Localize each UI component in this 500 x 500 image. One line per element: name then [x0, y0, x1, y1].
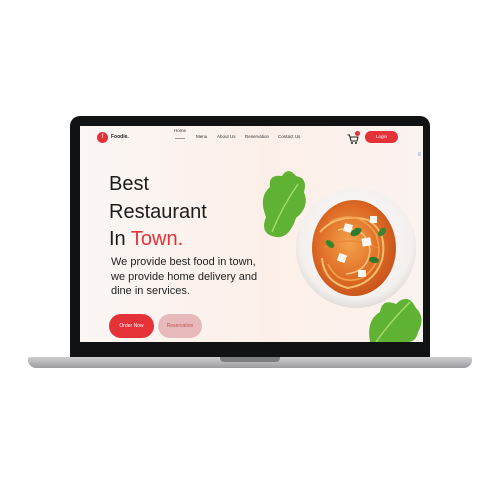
- order-now-button[interactable]: Order Now: [109, 314, 154, 338]
- hero-title-prefix: In: [109, 228, 131, 250]
- nav-home[interactable]: Home: [174, 128, 186, 133]
- pasta: [312, 200, 396, 296]
- brand-name[interactable]: Foodie.: [111, 134, 129, 140]
- nav-about-us[interactable]: About Us: [217, 134, 236, 139]
- hero-title-line1: Best: [109, 173, 150, 195]
- nav-contact-us[interactable]: Contact Us: [278, 134, 300, 139]
- login-button[interactable]: Login: [365, 131, 398, 143]
- pasta-dish-image: [262, 171, 422, 342]
- hero-title: Best Restaurant In Town.: [109, 171, 207, 254]
- cart-badge: [355, 131, 360, 136]
- website-screen: f Foodie. Home Menu About Us Reservation…: [80, 126, 423, 342]
- reservation-button[interactable]: Reservation: [158, 314, 202, 338]
- lettuce-bottom-right: [369, 298, 422, 342]
- nav-reservation[interactable]: Reservation: [245, 134, 269, 139]
- hero-description: We provide best food in town, we provide…: [111, 256, 258, 297]
- cart-icon[interactable]: [347, 131, 360, 144]
- lettuce-top-left: [262, 171, 306, 238]
- brand-logo-icon[interactable]: f: [97, 132, 108, 143]
- laptop-notch: [220, 357, 280, 362]
- hero-title-line3: In Town.: [109, 226, 207, 254]
- laptop-mockup: f Foodie. Home Menu About Us Reservation…: [0, 0, 500, 500]
- nav-home-underline: [175, 138, 185, 139]
- nav-menu[interactable]: Menu: [196, 134, 207, 139]
- hero-title-line2: Restaurant: [109, 200, 207, 223]
- hero-title-accent: Town.: [130, 228, 184, 250]
